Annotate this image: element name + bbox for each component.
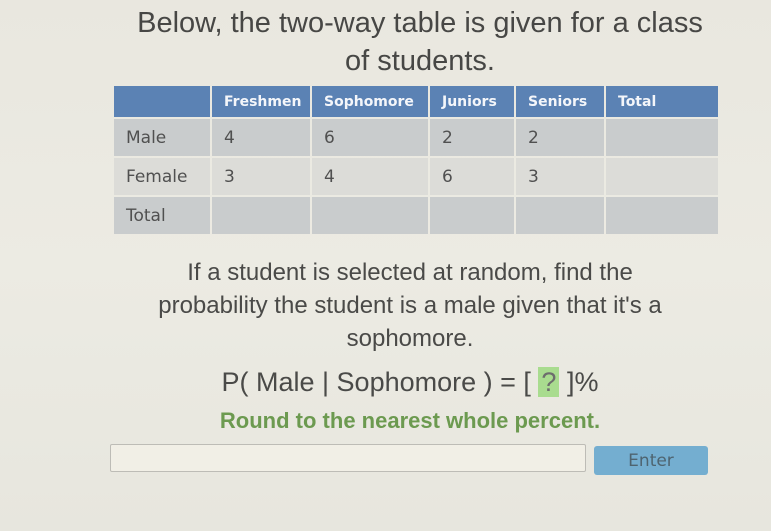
- table-cell: [430, 197, 514, 234]
- table-cell: 2: [516, 119, 604, 156]
- question-line-3: sophomore.: [346, 325, 474, 352]
- table-row-female: Female 3 4 6 3: [114, 158, 718, 195]
- two-way-table: Freshmen Sophomore Juniors Seniors Total…: [112, 84, 720, 236]
- intro-line-1: Below, the two-way table is given for a …: [137, 7, 703, 39]
- table-cell: 3: [212, 158, 310, 195]
- table-cell: [606, 119, 718, 156]
- row-label: Total: [114, 197, 210, 234]
- table-cell: [212, 197, 310, 234]
- table-cell: [606, 197, 718, 234]
- table-cell: 4: [312, 158, 428, 195]
- header-cell-juniors: Juniors: [430, 86, 514, 117]
- header-cell-freshmen: Freshmen: [212, 86, 310, 117]
- rounding-hint: Round to the nearest whole percent.: [219, 408, 601, 433]
- header-cell-total: Total: [606, 86, 718, 117]
- table-row-male: Male 4 6 2 2: [114, 119, 718, 156]
- question-line-2: probability the student is a male given …: [158, 292, 662, 319]
- table-cell: 6: [312, 119, 428, 156]
- table-cell: 2: [430, 119, 514, 156]
- row-label: Female: [114, 158, 210, 195]
- intro-text: Below, the two-way table is given for a …: [90, 4, 750, 80]
- header-cell-sophomore: Sophomore: [312, 86, 428, 117]
- table-cell: [606, 158, 718, 195]
- table-cell: [516, 197, 604, 234]
- header-cell-empty: [114, 86, 210, 117]
- answer-blank: ?: [538, 367, 560, 397]
- question-text: If a student is selected at random, find…: [100, 256, 720, 355]
- enter-button[interactable]: Enter: [594, 446, 708, 475]
- table-header-row: Freshmen Sophomore Juniors Seniors Total: [114, 86, 718, 117]
- row-label: Male: [114, 119, 210, 156]
- equation-prefix: P( Male | Sophomore ) = [: [221, 367, 531, 397]
- header-cell-seniors: Seniors: [516, 86, 604, 117]
- intro-line-2: of students.: [345, 45, 495, 77]
- question-line-1: If a student is selected at random, find…: [187, 259, 633, 286]
- table-cell: 4: [212, 119, 310, 156]
- table-row-total: Total: [114, 197, 718, 234]
- table-cell: 3: [516, 158, 604, 195]
- probability-equation: P( Male | Sophomore ) = [ ? ]%: [100, 364, 720, 400]
- answer-input[interactable]: [110, 444, 586, 472]
- equation-suffix: ]%: [566, 367, 599, 397]
- table-cell: [312, 197, 428, 234]
- table-cell: 6: [430, 158, 514, 195]
